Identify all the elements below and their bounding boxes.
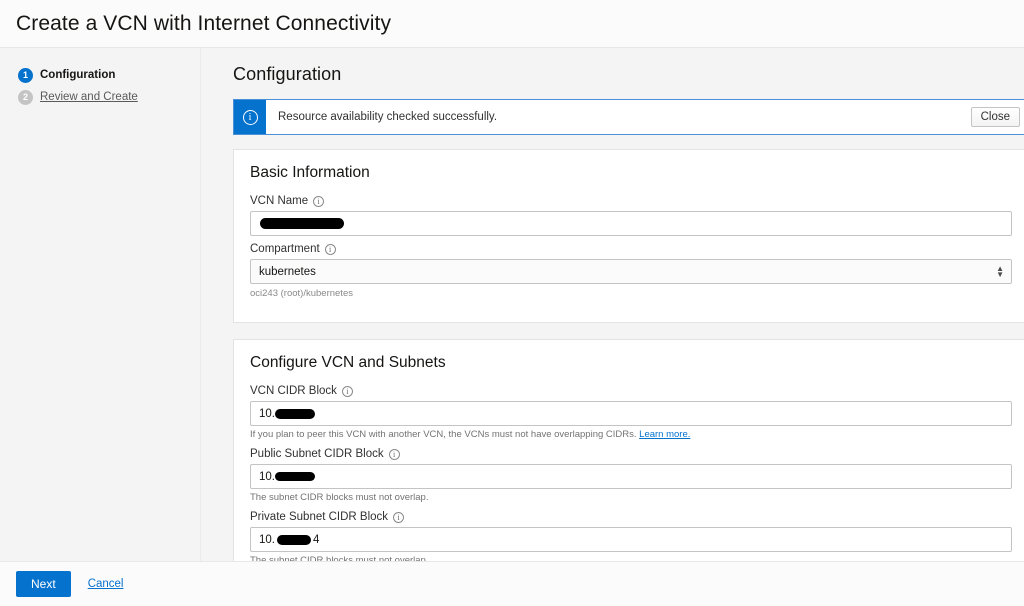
public-subnet-cidr-block-label-row: Public Subnet CIDR Block i <box>250 448 1012 460</box>
step-number-badge-1: 1 <box>18 67 33 83</box>
wizard-content-panel: Configuration i Resource availability ch… <box>201 48 1024 561</box>
public-subnet-cidr-block-hint: The subnet CIDR blocks must not overlap. <box>250 492 429 503</box>
info-banner: i Resource availability checked successf… <box>233 99 1024 135</box>
info-banner-close-wrap: Close <box>970 100 1024 134</box>
close-button[interactable]: Close <box>970 107 1020 127</box>
vcn-cidr-block-hint-text: If you plan to peer this VCN with anothe… <box>250 429 637 440</box>
private-subnet-cidr-block-info-icon[interactable]: i <box>393 511 405 523</box>
private-subnet-cidr-block-field: Private Subnet CIDR Block i 10. 4 The su… <box>250 511 1012 561</box>
info-circle-icon: i <box>242 109 258 125</box>
vcn-name-label-row: VCN Name i <box>250 195 1012 207</box>
compartment-info-icon[interactable]: i <box>324 243 336 255</box>
vcn-name-label: VCN Name <box>250 195 309 207</box>
public-subnet-cidr-block-input[interactable]: 10. <box>250 464 1012 489</box>
vcn-cidr-block-info-icon[interactable]: i <box>341 385 353 397</box>
private-subnet-cidr-block-value-suffix: 4 <box>313 533 320 546</box>
compartment-label: Compartment <box>250 243 320 255</box>
compartment-selected-value: kubernetes <box>259 265 316 278</box>
page-title: Create a VCN with Internet Connectivity <box>16 12 392 35</box>
basic-information-title: Basic Information <box>250 164 370 181</box>
section-title: Configuration <box>233 64 342 84</box>
cancel-button[interactable]: Cancel <box>88 578 124 590</box>
public-subnet-cidr-block-info-icon[interactable]: i <box>388 448 400 460</box>
private-subnet-cidr-block-hint: The subnet CIDR blocks must not overlap. <box>250 555 429 561</box>
info-banner-icon-wrap: i <box>234 100 266 134</box>
basic-information-card: Basic Information VCN Name i Compartment… <box>233 149 1024 323</box>
compartment-field: Compartment i kubernetes ▲ ▼ oci243 (root… <box>250 243 1012 299</box>
vcn-cidr-block-label: VCN CIDR Block <box>250 385 337 397</box>
info-banner-message: Resource availability checked successful… <box>278 111 498 123</box>
content-inner: Configuration i Resource availability ch… <box>233 64 1024 561</box>
wizard-step-sidebar: 1 Configuration 2 Review and Create <box>0 48 201 561</box>
redaction-mark-vcn-name <box>260 218 344 229</box>
sidebar-item-configuration[interactable]: 1 Configuration <box>0 64 200 86</box>
vcn-name-field: VCN Name i <box>250 195 1012 236</box>
chevron-updown-icon[interactable]: ▲ ▼ <box>996 260 1004 283</box>
wizard-header: Create a VCN with Internet Connectivity <box>0 0 1024 48</box>
compartment-select[interactable]: kubernetes ▲ ▼ <box>250 259 1012 284</box>
step-number-badge-2: 2 <box>18 89 33 105</box>
redaction-mark-vcn-cidr <box>275 408 315 419</box>
private-subnet-cidr-block-input[interactable]: 10. 4 <box>250 527 1012 552</box>
vcn-cidr-block-field: VCN CIDR Block i 10. If you plan to peer… <box>250 385 1012 441</box>
vcn-cidr-block-input[interactable]: 10. <box>250 401 1012 426</box>
vcn-cidr-block-label-row: VCN CIDR Block i <box>250 385 1012 397</box>
vcn-name-info-icon[interactable]: i <box>313 195 325 207</box>
vcn-cidr-block-value-prefix: 10. <box>259 407 275 420</box>
compartment-path-hint: oci243 (root)/kubernetes <box>250 288 353 299</box>
sidebar-item-review-and-create[interactable]: 2 Review and Create <box>0 86 200 108</box>
configure-vcn-and-subnets-title: Configure VCN and Subnets <box>250 354 446 371</box>
public-subnet-cidr-block-field: Public Subnet CIDR Block i 10. The subne… <box>250 448 1012 504</box>
wizard-footer: Next Cancel <box>0 561 1024 606</box>
sidebar-item-label-review-and-create[interactable]: Review and Create <box>40 91 138 103</box>
redaction-mark-public-subnet-cidr <box>275 472 315 481</box>
public-subnet-cidr-block-value-prefix: 10. <box>259 470 275 483</box>
sidebar-item-label-configuration: Configuration <box>40 69 116 81</box>
private-subnet-cidr-block-value-prefix: 10. <box>259 533 275 546</box>
compartment-label-row: Compartment i <box>250 243 1012 255</box>
wizard-body: 1 Configuration 2 Review and Create Conf… <box>0 48 1024 561</box>
vcn-cidr-block-hint: If you plan to peer this VCN with anothe… <box>250 429 1012 441</box>
private-subnet-cidr-block-label: Private Subnet CIDR Block <box>250 511 389 523</box>
next-button[interactable]: Next <box>16 571 71 597</box>
learn-more-link[interactable]: Learn more. <box>639 429 690 440</box>
vcn-name-input[interactable] <box>250 211 1012 236</box>
public-subnet-cidr-block-label: Public Subnet CIDR Block <box>250 448 384 460</box>
redaction-mark-private-subnet-cidr <box>277 534 311 545</box>
configure-vcn-and-subnets-card: Configure VCN and Subnets VCN CIDR Block… <box>233 339 1024 561</box>
create-vcn-wizard: Create a VCN with Internet Connectivity … <box>0 0 1024 606</box>
private-subnet-cidr-block-label-row: Private Subnet CIDR Block i <box>250 511 1012 523</box>
